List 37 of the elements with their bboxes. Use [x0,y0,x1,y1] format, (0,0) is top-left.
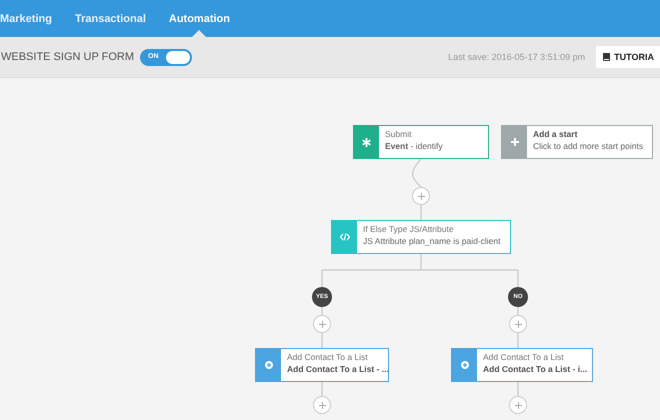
add-step-button[interactable] [509,315,527,333]
node-title: Add Contact To a List [287,352,369,362]
node-subtitle: Add Contact To a List - ... [287,364,389,374]
last-save-text: Last save: 2016-05-17 3:51:09 pm [448,52,586,62]
workflow-node[interactable]: Add a start Click to add more start points [501,125,653,159]
plus-circle-icon [264,361,272,369]
workflow-title: WEBSITE SIGN UP FORM [1,51,134,63]
plus-circle-icon [460,361,468,369]
node-title: Submit [385,129,412,139]
node-subtitle: Event - identify [385,141,443,151]
workflow-node[interactable]: Add Contact To a List Add Contact To a List - ... [255,348,389,382]
node-subtitle: Click to add more start points [533,141,644,151]
node-title: Add a start [533,129,578,139]
tutorial-button[interactable]: TUTORIA [596,46,660,68]
plus-icon [318,320,326,328]
connector-line [412,158,422,188]
workflow-node[interactable]: Add Contact To a List Add Contact To a List - i... [451,348,593,382]
workflow-node[interactable]: If Else Type JS/Attribute JS Attribute plan_name is paid-client [331,220,511,254]
node-title: If Else Type JS/Attribute [363,224,455,234]
node-subtitle: JS Attribute plan_name is paid-client [363,236,500,246]
node-title: Add Contact To a List [483,352,565,362]
add-step-button[interactable] [509,396,527,414]
plus-icon [418,192,424,200]
code-icon [340,233,350,241]
add-step-button[interactable] [412,187,430,205]
nav-tab[interactable]: Automation [168,12,230,24]
node-subtitle: Add Contact To a List - i... [483,364,588,374]
plus-icon [510,138,518,146]
plus-icon [514,320,522,328]
plus-icon [318,402,326,408]
workflow-node[interactable]: Submit Event - identify [353,125,489,159]
add-step-button[interactable] [313,315,331,333]
connector-line [420,205,422,220]
book-icon [602,52,612,62]
add-step-button[interactable] [313,396,331,414]
asterisk-icon [362,138,371,146]
plus-icon [514,402,522,408]
